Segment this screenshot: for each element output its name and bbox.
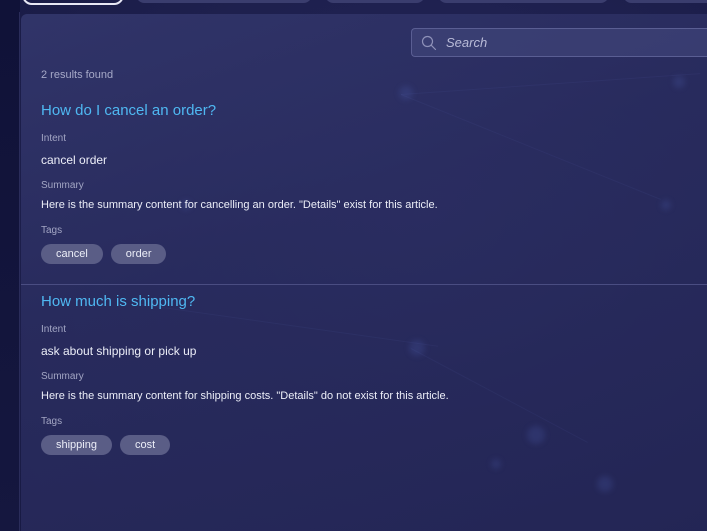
app-page: 2 results found How do I cancel an order… xyxy=(0,0,707,531)
background-decoration xyxy=(661,200,671,210)
background-decoration xyxy=(400,73,701,95)
tag-list: shipping cost xyxy=(41,435,171,455)
summary-text: Here is the summary content for cancelli… xyxy=(41,199,438,211)
search-box[interactable] xyxy=(411,28,707,57)
tag-chip[interactable]: cancel xyxy=(41,244,103,264)
left-sidebar-edge xyxy=(0,0,20,531)
intent-value: ask about shipping or pick up xyxy=(41,344,197,358)
tag-chip[interactable]: cost xyxy=(119,435,171,455)
tag-chip[interactable]: shipping xyxy=(41,435,112,455)
summary-label: Summary xyxy=(41,371,84,382)
search-icon xyxy=(412,28,446,57)
background-decoration xyxy=(527,426,545,444)
tags-label: Tags xyxy=(41,225,63,236)
intent-label: Intent xyxy=(41,133,67,144)
background-decoration xyxy=(597,476,613,492)
results-panel: 2 results found How do I cancel an order… xyxy=(21,14,707,531)
tags-label: Tags xyxy=(41,416,63,427)
nav-tab[interactable] xyxy=(623,0,707,3)
article-divider xyxy=(21,284,707,285)
background-decoration xyxy=(673,76,685,88)
nav-tab[interactable] xyxy=(438,0,609,3)
background-decoration xyxy=(491,459,501,469)
intent-value: cancel order xyxy=(41,153,108,167)
nav-tab-active[interactable] xyxy=(22,0,124,5)
search-input[interactable] xyxy=(446,29,696,56)
summary-text: Here is the summary content for shipping… xyxy=(41,390,449,402)
article-title-link[interactable]: How do I cancel an order? xyxy=(41,102,216,119)
background-decoration xyxy=(140,304,439,347)
article-title-link[interactable]: How much is shipping? xyxy=(41,293,195,310)
background-decoration xyxy=(400,94,661,200)
nav-tab[interactable] xyxy=(136,0,312,3)
results-count: 2 results found xyxy=(41,69,114,81)
top-navigation xyxy=(0,0,707,10)
tag-chip[interactable]: order xyxy=(110,244,167,264)
summary-label: Summary xyxy=(41,180,84,191)
tag-list: cancel order xyxy=(41,244,167,264)
intent-label: Intent xyxy=(41,324,67,335)
nav-tab[interactable] xyxy=(325,0,425,3)
